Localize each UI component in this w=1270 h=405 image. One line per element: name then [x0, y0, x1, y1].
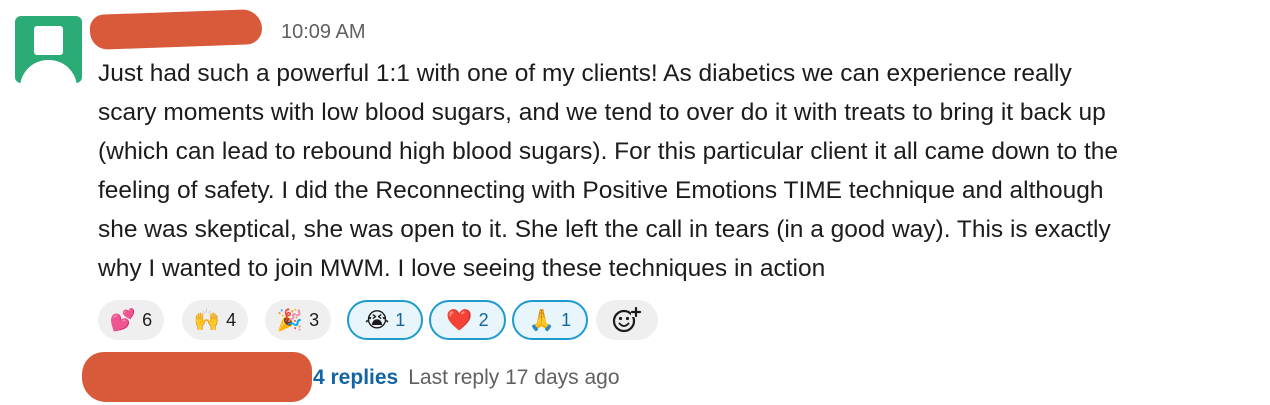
add-reaction-button[interactable]: [596, 300, 658, 340]
raised-hands-icon: 🙌: [193, 308, 221, 332]
user-avatar[interactable]: [15, 16, 82, 83]
message-line: feeling of safety. I did the Reconnectin…: [98, 177, 1104, 204]
message-line: she was skeptical, she was open to it. S…: [98, 216, 1111, 243]
redacted-reply-avatars: [82, 352, 312, 402]
redacted-username: [89, 9, 263, 50]
avatar-head-shape: [34, 26, 63, 55]
party-popper-icon: 🎉: [276, 308, 304, 332]
reaction-count: 1: [561, 309, 572, 330]
reaction-red-heart[interactable]: ❤️ 2: [429, 300, 506, 340]
reaction-count: 1: [395, 309, 406, 330]
red-heart-icon: ❤️: [446, 308, 473, 332]
folded-hands-icon: 🙏: [528, 308, 556, 332]
reaction-count: 3: [309, 309, 320, 330]
thread-summary: 4 replies Last reply 17 days ago: [313, 366, 620, 390]
message-container: 10:09 AM Just had such a powerful 1:1 wi…: [0, 0, 1270, 405]
add-emoji-icon: [612, 306, 642, 333]
two-hearts-icon: 💕: [109, 308, 137, 332]
last-reply-time: Last reply 17 days ago: [408, 366, 620, 389]
replies-link[interactable]: 4 replies: [313, 366, 398, 389]
message-line: (which can lead to rebound high blood su…: [98, 138, 1119, 165]
reaction-folded-hands[interactable]: 🙏 1: [512, 300, 588, 340]
message-line: why I wanted to join MWM. I love seeing …: [98, 255, 826, 282]
reaction-raised-hands[interactable]: 🙌 4: [182, 300, 248, 340]
reaction-count: 6: [142, 309, 153, 330]
reaction-count: 2: [478, 309, 489, 330]
loudly-crying-face-icon: 😭: [364, 308, 390, 332]
message-timestamp[interactable]: 10:09 AM: [281, 21, 366, 44]
message-line: Just had such a powerful 1:1 with one of…: [98, 60, 1072, 87]
reaction-party-popper[interactable]: 🎉 3: [265, 300, 331, 340]
message-body: Just had such a powerful 1:1 with one of…: [98, 54, 1268, 288]
reaction-count: 4: [226, 309, 237, 330]
message-line: scary moments with low blood sugars, and…: [98, 99, 1106, 126]
reaction-loudly-crying[interactable]: 😭 1: [347, 300, 423, 340]
reaction-two-hearts[interactable]: 💕 6: [98, 300, 164, 340]
avatar-shoulders-shape: [20, 60, 77, 83]
